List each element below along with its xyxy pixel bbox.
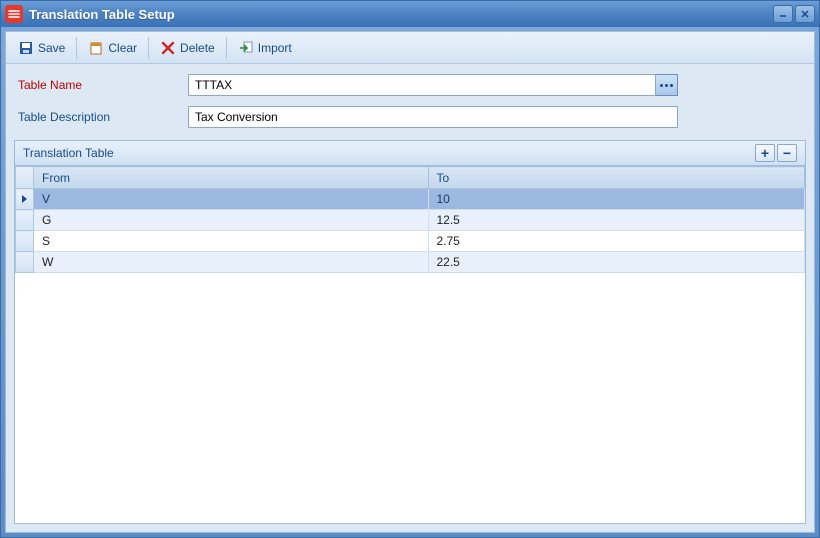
cell-to[interactable]: 10 — [428, 189, 805, 210]
cell-to[interactable]: 12.5 — [428, 210, 805, 231]
import-icon — [238, 40, 254, 56]
table-row[interactable]: S 2.75 — [16, 231, 805, 252]
panel-title: Translation Table — [23, 146, 753, 160]
app-window: Translation Table Setup Save — [0, 0, 820, 538]
toolbar-separator — [76, 37, 77, 59]
translation-table-panel: Translation Table + − From To — [6, 140, 814, 532]
import-label: Import — [258, 41, 292, 55]
minimize-icon — [778, 9, 788, 19]
table-name-label: Table Name — [18, 78, 188, 92]
window-controls — [773, 5, 815, 23]
toolbar-separator — [148, 37, 149, 59]
column-header-to[interactable]: To — [428, 167, 805, 189]
add-row-button[interactable]: + — [755, 144, 775, 162]
cell-to[interactable]: 22.5 — [428, 252, 805, 273]
app-icon — [5, 5, 23, 23]
minimize-button[interactable] — [773, 5, 793, 23]
row-indicator — [16, 231, 34, 252]
close-button[interactable] — [795, 5, 815, 23]
import-button[interactable]: Import — [230, 37, 300, 59]
content-wrap: Save Clear Delete — [1, 27, 819, 537]
delete-button[interactable]: Delete — [152, 37, 223, 59]
cell-from[interactable]: S — [34, 231, 429, 252]
ellipsis-icon — [660, 84, 663, 87]
clear-button[interactable]: Clear — [80, 37, 145, 59]
cell-from[interactable]: G — [34, 210, 429, 231]
table-name-row: Table Name — [18, 74, 802, 96]
save-icon — [18, 40, 34, 56]
table-desc-label: Table Description — [18, 110, 188, 124]
column-header-from[interactable]: From — [34, 167, 429, 189]
save-label: Save — [38, 41, 65, 55]
table-name-lookup-button[interactable] — [656, 74, 678, 96]
table-row[interactable]: G 12.5 — [16, 210, 805, 231]
save-button[interactable]: Save — [10, 37, 73, 59]
titlebar: Translation Table Setup — [1, 1, 819, 27]
row-indicator — [16, 252, 34, 273]
delete-icon — [160, 40, 176, 56]
delete-label: Delete — [180, 41, 215, 55]
window-title: Translation Table Setup — [29, 7, 773, 22]
close-icon — [800, 9, 810, 19]
cell-from[interactable]: V — [34, 189, 429, 210]
row-indicator — [16, 189, 34, 210]
cell-to[interactable]: 2.75 — [428, 231, 805, 252]
remove-row-button[interactable]: − — [777, 144, 797, 162]
translation-grid[interactable]: From To V 10 G — [14, 166, 806, 524]
table-desc-input[interactable] — [188, 106, 678, 128]
clear-label: Clear — [108, 41, 137, 55]
row-indicator-header — [16, 167, 34, 189]
inner-panel: Save Clear Delete — [5, 31, 815, 533]
form-area: Table Name Table Description — [6, 64, 814, 140]
panel-header: Translation Table + − — [14, 140, 806, 166]
table-name-input[interactable] — [188, 74, 656, 96]
toolbar-separator — [226, 37, 227, 59]
table-desc-row: Table Description — [18, 106, 802, 128]
row-indicator — [16, 210, 34, 231]
table-name-field-wrap — [188, 74, 678, 96]
current-row-icon — [22, 195, 27, 203]
table-row[interactable]: W 22.5 — [16, 252, 805, 273]
clear-icon — [88, 40, 104, 56]
table-row[interactable]: V 10 — [16, 189, 805, 210]
cell-from[interactable]: W — [34, 252, 429, 273]
toolbar: Save Clear Delete — [6, 32, 814, 64]
